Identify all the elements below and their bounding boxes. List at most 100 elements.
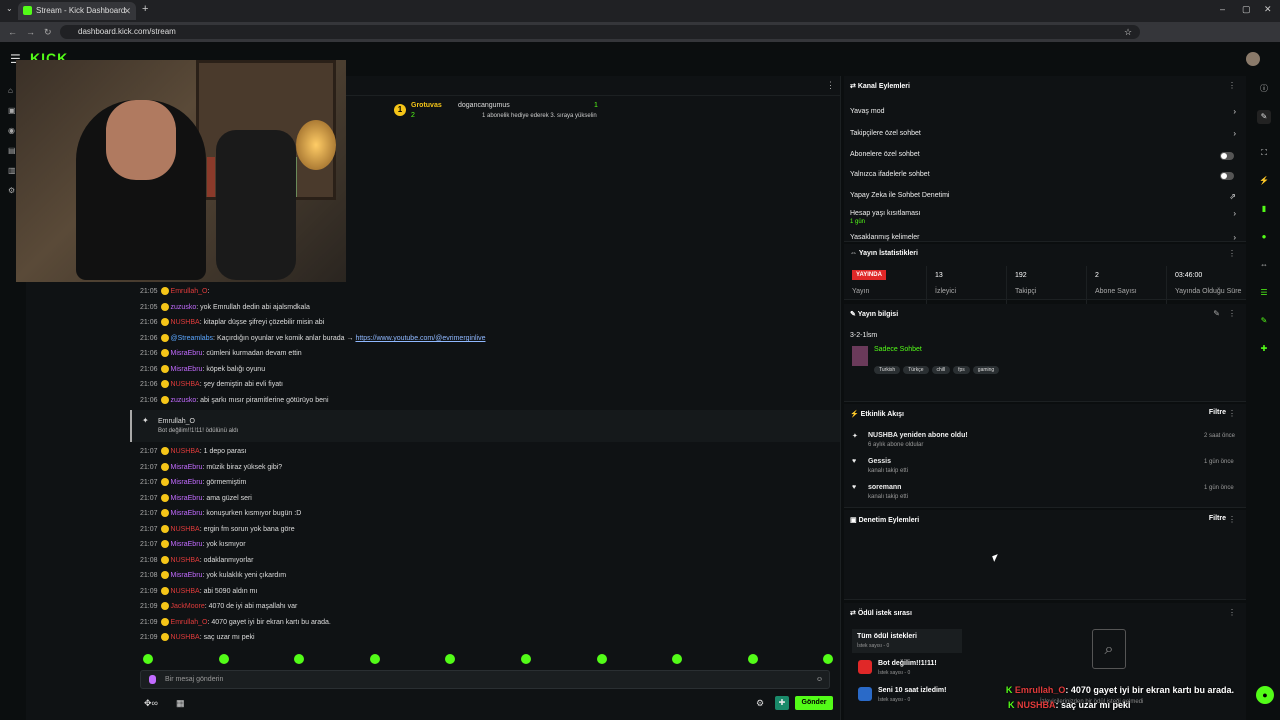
browser-tab[interactable]: Stream - Kick Dashboard ✕ bbox=[18, 2, 136, 20]
stream-tag[interactable]: Turkish bbox=[874, 366, 901, 374]
more-icon[interactable]: ⋮ bbox=[1228, 608, 1236, 617]
message-text: konuşurken kısmıyor bugün :D bbox=[206, 510, 302, 517]
setting-toggle[interactable] bbox=[1220, 152, 1234, 160]
avatar[interactable] bbox=[1246, 52, 1260, 66]
bookmark-star-icon[interactable]: ☆ bbox=[1124, 27, 1132, 38]
message-username[interactable]: NUSHBA bbox=[171, 448, 200, 455]
list-icon[interactable]: ☰ bbox=[1257, 286, 1271, 300]
message-username[interactable]: JackMoore bbox=[171, 603, 205, 610]
message-username[interactable]: MisraEbru bbox=[171, 541, 203, 548]
message-username[interactable]: @Streamlabs bbox=[171, 335, 214, 342]
activity-sub: kanalı takip etti bbox=[868, 494, 909, 500]
activity-filter-button[interactable]: Filtre bbox=[1209, 409, 1226, 416]
message-username[interactable]: MisraEbru bbox=[171, 510, 203, 517]
message-username[interactable]: MisraEbru bbox=[171, 464, 203, 471]
lightning-icon[interactable]: ⚡ bbox=[1257, 174, 1271, 188]
emote-icon[interactable] bbox=[218, 654, 229, 664]
stream-tag[interactable]: fps bbox=[953, 366, 970, 374]
wrench-icon[interactable]: ✎ bbox=[1257, 314, 1271, 328]
message-text: köpek balığı oyunu bbox=[206, 366, 266, 373]
badge-icon bbox=[160, 349, 169, 358]
minimize-icon[interactable]: – bbox=[1220, 4, 1225, 14]
maximize-icon[interactable]: ▢ bbox=[1242, 4, 1251, 15]
new-tab-icon[interactable]: + bbox=[142, 3, 148, 15]
tab-search-icon[interactable]: ⌄ bbox=[6, 4, 13, 13]
url-input[interactable]: dashboard.kick.com/stream bbox=[60, 25, 1140, 39]
send-button[interactable]: Gönder bbox=[795, 696, 833, 710]
message-username[interactable]: NUSHBA bbox=[171, 557, 200, 564]
chat-bubble-icon[interactable]: ● bbox=[1257, 230, 1271, 244]
stream-tag[interactable]: Türkçe bbox=[903, 366, 929, 374]
message-username[interactable]: NUSHBA bbox=[171, 588, 200, 595]
forward-icon[interactable]: → bbox=[26, 27, 35, 37]
link-icon[interactable]: ⇔ bbox=[1257, 258, 1271, 272]
expand-icon[interactable]: ⛶ bbox=[1257, 146, 1271, 160]
message-username[interactable]: MisraEbru bbox=[171, 350, 203, 357]
reward-queue-item[interactable]: Bot değilim!!1!11! İstek sayısı - 0 bbox=[852, 656, 962, 680]
activity-name[interactable]: Gessis bbox=[868, 458, 891, 465]
edit-layout-icon[interactable]: ✎ bbox=[1257, 110, 1271, 124]
stream-tag[interactable]: chill bbox=[931, 366, 951, 374]
reward-queue-item[interactable]: Seni 10 saat izledim! İstek sayısı - 0 bbox=[852, 683, 962, 707]
message-text: yok kısmıyor bbox=[206, 541, 246, 548]
setting-toggle[interactable] bbox=[1220, 172, 1234, 180]
emote-icon[interactable] bbox=[747, 654, 758, 664]
category-name[interactable]: Sadece Sohbet bbox=[874, 346, 922, 353]
emote-icon[interactable] bbox=[596, 654, 607, 664]
chevron-right-icon[interactable]: › bbox=[1233, 233, 1236, 242]
message-username[interactable]: zuzusko bbox=[171, 304, 197, 311]
gift-icon[interactable]: ▦ bbox=[176, 698, 185, 709]
puzzle-icon[interactable]: ✚ bbox=[1257, 342, 1271, 356]
activity-name[interactable]: NUSHBA yeniden abone oldu! bbox=[868, 432, 968, 439]
emote-icon[interactable] bbox=[143, 654, 153, 664]
reload-icon[interactable]: ↻ bbox=[44, 27, 52, 38]
chevron-right-icon[interactable]: › bbox=[1233, 129, 1236, 138]
moderation-filter-button[interactable]: Filtre bbox=[1209, 515, 1226, 522]
message-username[interactable]: zuzusko bbox=[171, 397, 197, 404]
message-username[interactable]: MisraEbru bbox=[171, 479, 203, 486]
quick-emote-icon[interactable]: ✚ bbox=[775, 696, 789, 710]
document-icon[interactable]: ▮ bbox=[1257, 202, 1271, 216]
emote-icon[interactable] bbox=[369, 654, 380, 664]
external-link-icon[interactable]: ⇗ bbox=[1229, 192, 1236, 201]
chat-input[interactable]: Bir mesaj gönderin ☺ bbox=[140, 670, 830, 689]
close-window-icon[interactable]: ✕ bbox=[1264, 4, 1272, 15]
close-tab-icon[interactable]: ✕ bbox=[123, 2, 131, 20]
emote-icon[interactable] bbox=[521, 654, 531, 664]
message-username[interactable]: NUSHBA bbox=[171, 381, 200, 388]
message-link[interactable]: https://www.youtube.com/@evrimerginlive bbox=[355, 335, 485, 342]
back-icon[interactable]: ← bbox=[8, 27, 17, 37]
chat-fab-icon[interactable]: ● bbox=[1256, 686, 1274, 704]
message-username[interactable]: MisraEbru bbox=[171, 495, 203, 502]
emoji-icon[interactable]: ☺ bbox=[816, 671, 823, 688]
more-icon[interactable]: ⋮ bbox=[826, 80, 835, 91]
info-icon[interactable]: ⓘ bbox=[1257, 82, 1271, 96]
chat-message: 21:07 NUSHBA: ergin fm sorun yok bana gör… bbox=[140, 525, 295, 534]
activity-name[interactable]: soremann bbox=[868, 484, 901, 491]
message-text: şey demiştin abi evli fiyatı bbox=[203, 381, 283, 388]
more-icon[interactable]: ⋮ bbox=[1228, 81, 1236, 90]
more-icon[interactable]: ⋮ bbox=[1228, 249, 1236, 258]
chat-tools-icon[interactable]: ✥∞ bbox=[144, 698, 158, 709]
more-icon[interactable]: ⋮ bbox=[1228, 515, 1236, 524]
message-username[interactable]: NUSHBA bbox=[171, 634, 200, 641]
chevron-right-icon[interactable]: › bbox=[1233, 209, 1236, 218]
more-icon[interactable]: ⋮ bbox=[1228, 409, 1236, 418]
message-username[interactable]: MisraEbru bbox=[171, 572, 203, 579]
chat-settings-icon[interactable]: ⚙ bbox=[756, 698, 764, 709]
channel-actions-title: ⇄ Kanal Eylemleri bbox=[850, 83, 910, 90]
reward-queue-item[interactable]: Tüm ödül istekleri İstek sayısı - 0 bbox=[852, 629, 962, 653]
more-icon[interactable]: ⋮ bbox=[1228, 309, 1236, 318]
message-username[interactable]: Emrullah_O bbox=[171, 619, 208, 626]
emote-icon[interactable] bbox=[294, 654, 305, 664]
stream-tag[interactable]: gaming bbox=[972, 366, 1000, 374]
mic-icon[interactable] bbox=[149, 675, 156, 684]
message-username[interactable]: NUSHBA bbox=[171, 526, 200, 533]
message-username[interactable]: Emrullah_O bbox=[171, 288, 208, 295]
message-username[interactable]: NUSHBA bbox=[171, 319, 200, 326]
message-username[interactable]: MisraEbru bbox=[171, 366, 203, 373]
edit-icon[interactable]: ✎ bbox=[1213, 309, 1220, 318]
emote-icon[interactable] bbox=[672, 654, 683, 664]
emote-icon[interactable] bbox=[445, 654, 456, 664]
chevron-right-icon[interactable]: › bbox=[1233, 107, 1236, 116]
